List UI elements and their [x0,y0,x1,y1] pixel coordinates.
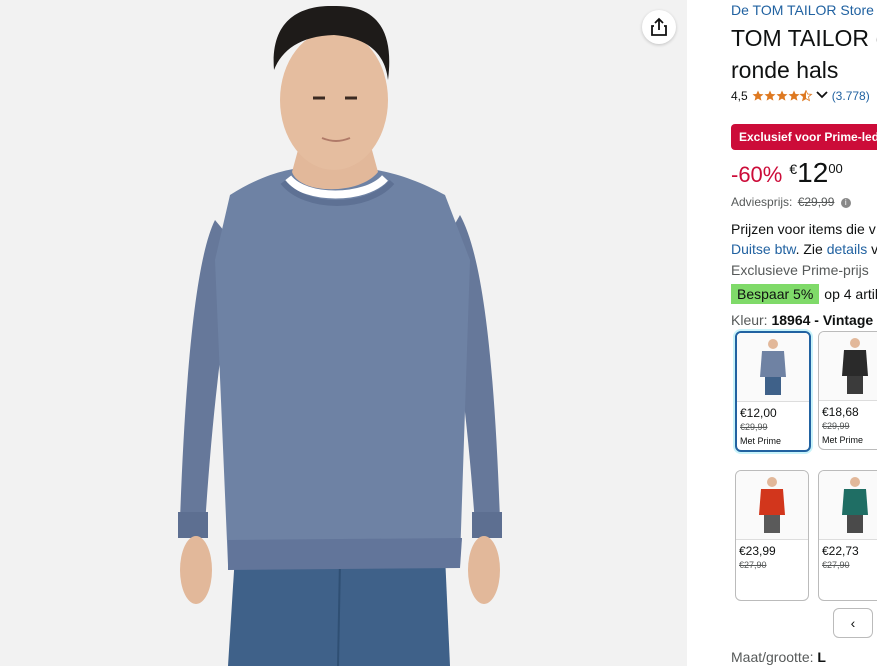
discount-percentage: -60% [731,162,783,187]
product-title-line1: TOM TAILOR ( [731,25,877,51]
savings-row[interactable]: Bespaar 5% op 4 artik [731,284,877,304]
swatch-price: €18,68 [822,405,859,419]
stars-icon [752,90,813,102]
swatch-thumbnail [819,332,877,401]
rating-value: 4,5 [731,89,748,103]
swatch-thumbnail [819,471,877,540]
tax-note-sep: . Zie [795,241,827,257]
swatch-old-price: €27,90 [822,560,850,570]
chevron-down-icon [816,91,828,99]
info-icon[interactable]: i [840,197,851,208]
german-vat-link[interactable]: Duitse btw [731,241,796,257]
savings-chip: Bespaar 5% [731,284,820,304]
swatch-old-price: €27,90 [739,560,767,570]
price-fraction: 00 [828,161,843,176]
swatch-old-price: €29,99 [822,421,850,431]
size-value: L [817,649,826,665]
sweater-thumbnail-icon [760,339,786,395]
chevron-left-icon: ‹ [850,615,856,631]
list-price-label: Adviesprijs: [731,195,793,209]
details-link[interactable]: details [827,241,867,257]
share-button[interactable] [642,10,676,44]
size-row: Maat/grootte: L [731,649,826,665]
product-title: TOM TAILOR ( ronde hals [731,22,877,86]
color-value: 18964 - Vintage [771,312,874,328]
list-price-value: €29,99 [797,195,835,209]
swatch-prime-note: Met Prime [740,436,782,446]
rating-count-link[interactable]: (3.778) [832,89,870,103]
prime-exclusive-badge: Exclusief voor Prime-lede [731,124,877,150]
prime-price-label: Exclusieve Prime-prijs [731,262,869,278]
store-link[interactable]: De TOM TAILOR Store o [731,2,877,18]
swatch-price: €12,00 [740,406,777,420]
color-swatch-1[interactable]: €12,00 €29,99 Met Prime [735,331,811,452]
tax-note-line2: Duitse btw. Zie details v [731,241,877,257]
savings-text: op 4 artik [824,286,877,302]
color-swatch-3[interactable]: €23,99 €27,90 [735,470,809,601]
color-swatch-2[interactable]: €18,68 €29,99 Met Prime [818,331,877,450]
tax-note-line1: Prijzen voor items die v [731,221,876,237]
swatch-thumbnail [736,471,808,540]
sweater-thumbnail-icon [759,477,785,533]
model-photo [0,0,687,666]
list-price: Adviesprijs: €29,99 i [731,195,851,209]
tax-note-tail: v [867,241,877,257]
swatch-prime-note: Met Prime [822,435,864,445]
price-whole: 12 [797,157,829,188]
sweater-thumbnail-icon [842,477,868,533]
swatch-prev-button[interactable]: ‹ [833,608,873,638]
product-title-line2: ronde hals [731,57,839,83]
color-row: Kleur: 18964 - Vintage [731,312,873,328]
swatch-price: €22,73 [822,544,859,558]
size-label: Maat/grootte: [731,649,814,665]
swatch-thumbnail [737,333,809,402]
product-image[interactable] [0,0,687,666]
price-symbol: € [789,161,798,177]
color-label: Kleur: [731,312,768,328]
swatch-price: €23,99 [739,544,776,558]
swatch-old-price: €29,99 [740,422,768,432]
color-swatch-4[interactable]: €22,73 €27,90 [818,470,877,601]
sweater-thumbnail-icon [842,338,868,394]
rating-row[interactable]: 4,5 (3.778) [731,89,870,103]
star-rating[interactable] [752,90,828,102]
price-row: -60% € 12 00 [731,157,843,189]
share-icon [651,17,667,36]
